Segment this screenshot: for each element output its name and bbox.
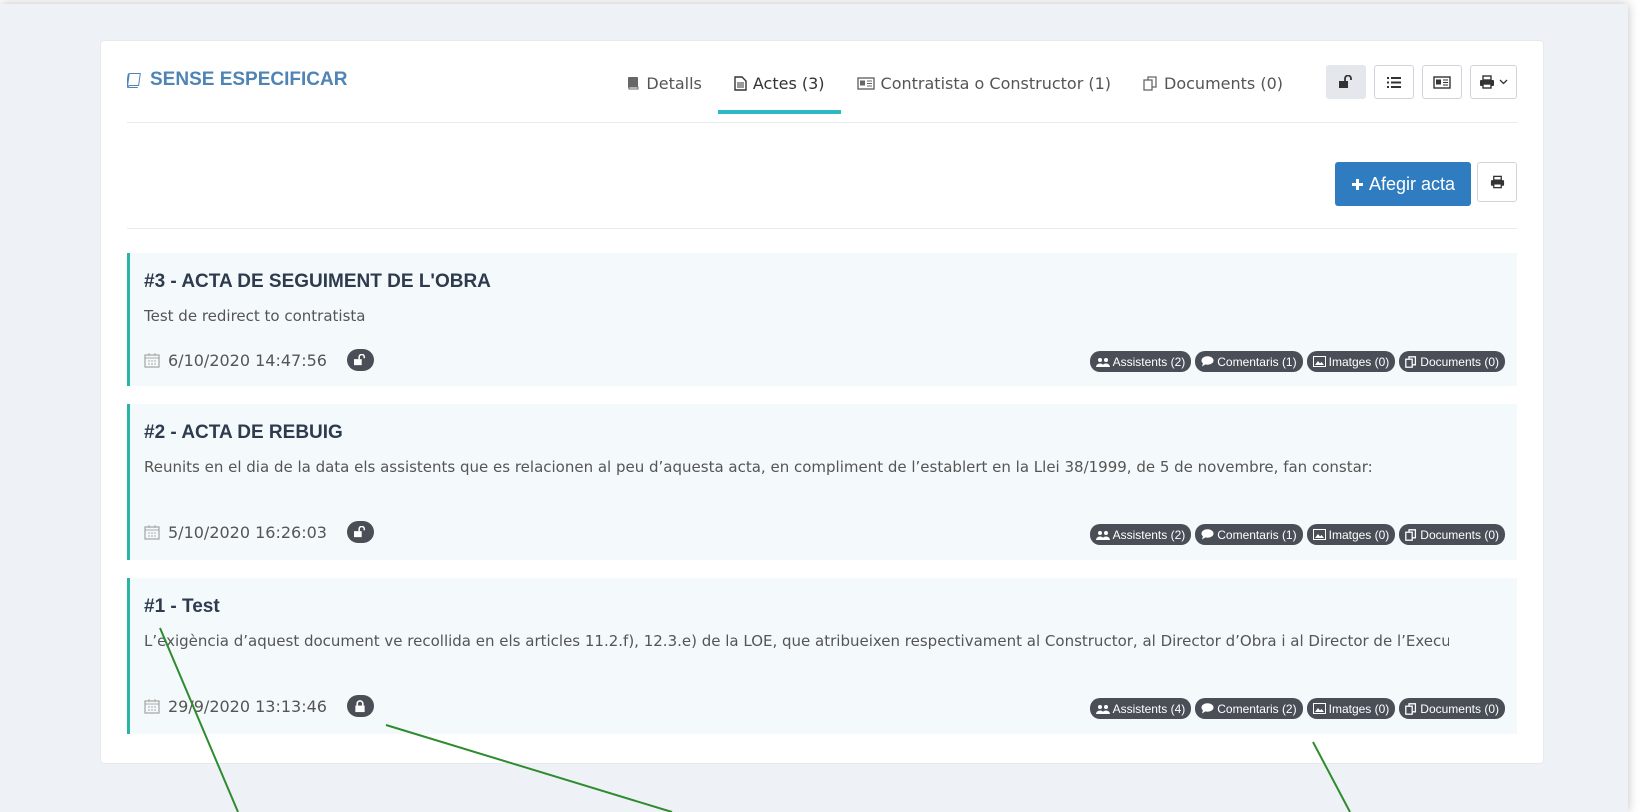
page-title: SENSE ESPECIFICAR <box>127 69 347 91</box>
tab-label: Detalls <box>646 73 702 93</box>
comentaris-badge[interactable]: Comentaris (1) <box>1195 351 1303 372</box>
add-acta-button[interactable]: Afegir acta <box>1334 162 1471 206</box>
unlock-icon <box>1339 75 1352 88</box>
copy-icon <box>1405 702 1417 715</box>
badge-label: Documents (0) <box>1420 354 1499 369</box>
badge-label: Comentaris (1) <box>1217 527 1297 542</box>
assistents-badge[interactable]: Assistents (2) <box>1089 524 1192 545</box>
acta-panel: SENSE ESPECIFICAR Detalls Actes (3) Cont… <box>100 40 1544 764</box>
unlock-icon <box>346 349 374 371</box>
comment-icon <box>1201 356 1214 367</box>
badge-label: Documents (0) <box>1420 527 1499 542</box>
plus-icon <box>1351 178 1363 190</box>
users-icon <box>1095 357 1110 367</box>
comment-icon <box>1201 529 1214 540</box>
imatges-badge[interactable]: Imatges (0) <box>1306 698 1396 719</box>
tab-documents[interactable]: Documents (0) <box>1127 63 1299 103</box>
badge-label: Comentaris (1) <box>1217 354 1297 369</box>
list-item[interactable]: #1 - Test L’exigència d’aquest document … <box>127 578 1517 734</box>
calendar-icon <box>144 699 160 714</box>
tab-actes[interactable]: Actes (3) <box>717 63 841 114</box>
id-card-icon <box>856 76 875 90</box>
card-view-button[interactable] <box>1422 65 1462 99</box>
unlock-icon <box>346 521 374 543</box>
tab-label: Actes (3) <box>752 73 825 93</box>
comentaris-badge[interactable]: Comentaris (2) <box>1195 698 1303 719</box>
badge-label: Comentaris (2) <box>1217 701 1297 716</box>
actes-list: #3 - ACTA DE SEGUIMENT DE L'OBRA Test de… <box>127 253 1517 752</box>
id-card-icon <box>1433 75 1451 89</box>
badge-label: Assistents (2) <box>1112 354 1186 369</box>
acta-date: 6/10/2020 14:47:56 <box>168 350 327 370</box>
badge-label: Imatges (0) <box>1328 527 1390 542</box>
acta-date: 5/10/2020 16:26:03 <box>168 522 327 542</box>
assistents-badge[interactable]: Assistents (4) <box>1089 698 1192 719</box>
comentaris-badge[interactable]: Comentaris (1) <box>1195 524 1303 545</box>
list-item[interactable]: #2 - ACTA DE REBUIG Reunits en el dia de… <box>127 404 1517 560</box>
tab-contratista[interactable]: Contratista o Constructor (1) <box>841 63 1127 103</box>
tab-label: Contratista o Constructor (1) <box>880 73 1112 93</box>
acta-meta: 29/9/2020 13:13:46 <box>144 695 374 717</box>
tab-detalls[interactable]: Detalls <box>610 63 717 103</box>
list-view-button[interactable] <box>1374 65 1414 99</box>
image-icon <box>1312 703 1326 714</box>
tab-bar: Detalls Actes (3) Contratista o Construc… <box>610 63 1299 114</box>
acta-badges: Assistents (2) Comentaris (1) Imatges (0… <box>1089 524 1505 545</box>
acta-title[interactable]: #1 - Test <box>144 578 1503 618</box>
acta-description: Reunits en el dia de la data els assiste… <box>144 458 1373 476</box>
app-screen: SENSE ESPECIFICAR Detalls Actes (3) Cont… <box>0 4 1628 812</box>
actions-bar: Afegir acta <box>127 123 1517 229</box>
acta-title[interactable]: #3 - ACTA DE SEGUIMENT DE L'OBRA <box>144 253 1503 293</box>
documents-badge[interactable]: Documents (0) <box>1399 698 1505 719</box>
acta-meta: 5/10/2020 16:26:03 <box>144 521 374 543</box>
print-dropdown-button[interactable] <box>1470 65 1517 99</box>
unlock-button[interactable] <box>1326 65 1366 99</box>
documents-badge[interactable]: Documents (0) <box>1399 524 1505 545</box>
acta-description: L’exigència d’aquest document ve recolli… <box>144 632 1449 650</box>
lock-icon <box>346 695 374 717</box>
add-acta-label: Afegir acta <box>1368 173 1455 194</box>
documents-badge[interactable]: Documents (0) <box>1399 351 1505 372</box>
copy-icon <box>1143 75 1157 91</box>
badge-label: Documents (0) <box>1420 701 1499 716</box>
imatges-badge[interactable]: Imatges (0) <box>1306 524 1396 545</box>
tab-label: Documents (0) <box>1164 73 1283 93</box>
badge-label: Imatges (0) <box>1328 701 1390 716</box>
print-button[interactable] <box>1477 162 1517 202</box>
comment-icon <box>1201 703 1214 714</box>
acta-badges: Assistents (4) Comentaris (2) Imatges (0… <box>1089 698 1505 719</box>
print-icon <box>1480 75 1494 89</box>
imatges-badge[interactable]: Imatges (0) <box>1306 351 1396 372</box>
assistents-badge[interactable]: Assistents (2) <box>1089 351 1192 372</box>
users-icon <box>1095 530 1110 540</box>
chevron-down-icon <box>1499 79 1508 85</box>
acta-title[interactable]: #2 - ACTA DE REBUIG <box>144 404 1503 444</box>
users-icon <box>1095 704 1110 714</box>
panel-header: SENSE ESPECIFICAR Detalls Actes (3) Cont… <box>127 41 1517 123</box>
copy-icon <box>1405 528 1417 541</box>
toolbar <box>1326 65 1517 99</box>
acta-meta: 6/10/2020 14:47:56 <box>144 349 374 371</box>
calendar-icon <box>144 353 160 368</box>
image-icon <box>1312 356 1326 367</box>
badge-label: Imatges (0) <box>1328 354 1390 369</box>
acta-badges: Assistents (2) Comentaris (1) Imatges (0… <box>1089 351 1505 372</box>
document-icon <box>734 75 747 91</box>
calendar-icon <box>144 525 160 540</box>
print-icon <box>1490 175 1504 189</box>
list-item[interactable]: #3 - ACTA DE SEGUIMENT DE L'OBRA Test de… <box>127 253 1517 386</box>
badge-label: Assistents (4) <box>1112 701 1186 716</box>
page-title-text: SENSE ESPECIFICAR <box>150 69 348 90</box>
copy-icon <box>1405 355 1417 368</box>
acta-description: Test de redirect to contratista <box>144 307 366 325</box>
book-icon <box>127 73 141 88</box>
list-icon <box>1387 76 1401 88</box>
book-icon <box>628 77 639 90</box>
image-icon <box>1312 529 1326 540</box>
acta-date: 29/9/2020 13:13:46 <box>168 696 327 716</box>
badge-label: Assistents (2) <box>1112 527 1186 542</box>
